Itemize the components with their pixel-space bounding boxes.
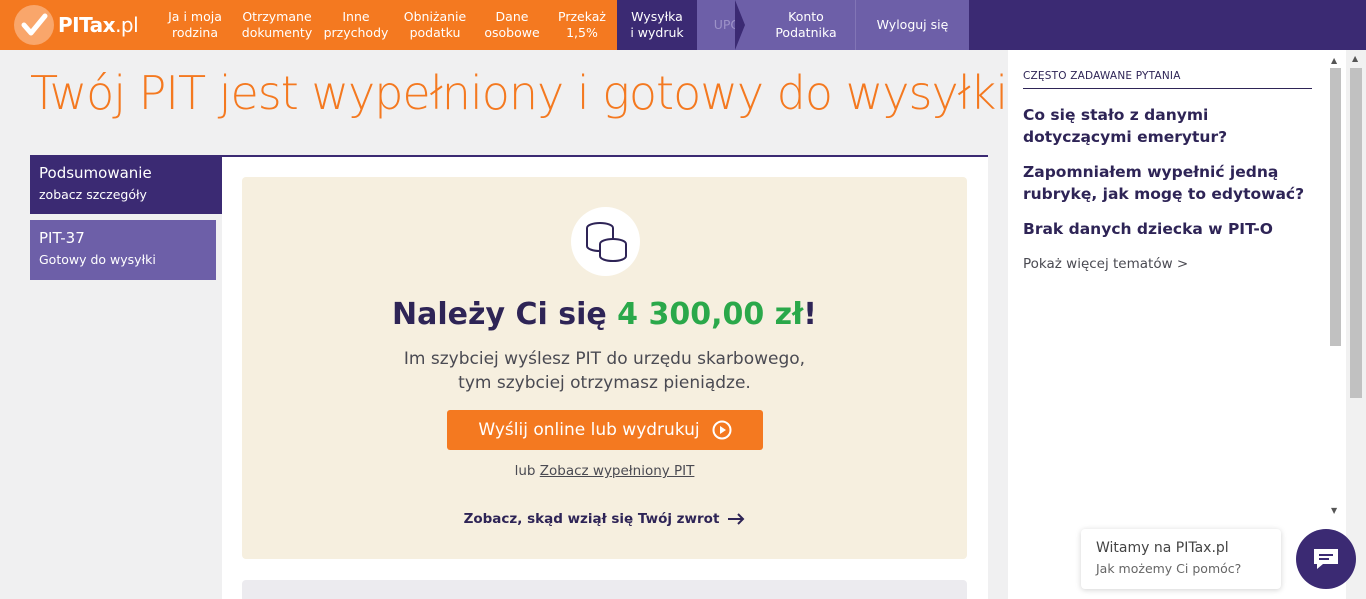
faq-question-link[interactable]: Co się stało z danymi dotyczącymi emeryt…	[1023, 104, 1313, 148]
page-scrollbar-thumb[interactable]	[1350, 68, 1362, 398]
logout-button[interactable]: Wyloguj się	[855, 0, 969, 50]
send-online-or-print-button[interactable]: Wyślij online lub wydrukuj	[447, 410, 763, 450]
nav-wysylka-i-wydruk[interactable]: Wysyłka i wydruk	[617, 0, 697, 50]
summary-sidebar: Podsumowanie zobacz szczegóły PIT-37 Got…	[30, 155, 223, 286]
nav-konto-podatnika[interactable]: Konto Podatnika	[757, 0, 855, 50]
refund-amount: 4 300,00 zł	[617, 297, 804, 332]
faq-scrollbar-thumb[interactable]	[1330, 68, 1341, 346]
logo-text: PITax.pl	[58, 13, 139, 37]
scroll-down-icon[interactable]: ▼	[1331, 506, 1337, 515]
nav-przekaz-1-5[interactable]: Przekaż 1,5%	[547, 0, 617, 50]
refund-subtitle: Im szybciej wyślesz PIT do urzędu skarbo…	[403, 349, 806, 393]
next-card	[242, 580, 967, 599]
nav-otrzymane-dokumenty[interactable]: Otrzymane dokumenty	[235, 0, 319, 50]
nav-inne-przychody[interactable]: Inne przychody	[319, 0, 393, 50]
sidebar-item-subtitle: zobacz szczegóły	[39, 187, 147, 202]
page-title: Twój PIT jest wypełniony i gotowy do wys…	[30, 66, 1008, 120]
top-navigation: PITax.pl Ja i moja rodzina Otrzymane dok…	[0, 0, 1366, 50]
faq-heading: CZĘSTO ZADAWANE PYTANIA	[1023, 70, 1312, 89]
active-step-arrow	[735, 0, 745, 50]
sidebar-item-podsumowanie[interactable]: Podsumowanie zobacz szczegóły	[30, 155, 223, 214]
chat-prompt: Jak możemy Ci pomóc?	[1096, 561, 1242, 576]
coins-icon	[571, 207, 640, 276]
faq-question-link[interactable]: Brak danych dziecka w PIT-O	[1023, 218, 1313, 240]
view-filled-pit-link[interactable]: Zobacz wypełniony PIT	[540, 463, 695, 479]
nav-ja-i-moja-rodzina[interactable]: Ja i moja rodzina	[155, 0, 235, 50]
show-more-topics-link[interactable]: Pokaż więcej tematów >	[1023, 256, 1188, 272]
scroll-up-icon[interactable]: ▲	[1331, 56, 1337, 65]
faq-question-link[interactable]: Zapomniałem wypełnić jedną rubrykę, jak …	[1023, 161, 1313, 205]
faq-scrollbar[interactable]: ▲ ▼	[1330, 56, 1341, 516]
chat-greeting: Witamy na PITax.pl	[1096, 540, 1229, 556]
nav-upo: UPO	[697, 0, 757, 50]
sidebar-item-title: Podsumowanie	[39, 164, 152, 182]
faq-panel: CZĘSTO ZADAWANE PYTANIA Co się stało z d…	[1008, 50, 1346, 599]
scroll-up-icon[interactable]: ▲	[1352, 54, 1358, 63]
chat-greeting-bubble[interactable]: Witamy na PITax.pl Jak możemy Ci pomóc?	[1081, 529, 1281, 589]
arrow-right-icon	[728, 513, 745, 525]
nav-obnizanie-podatku[interactable]: Obniżanie podatku	[393, 0, 477, 50]
pitax-logo[interactable]: PITax.pl	[0, 0, 155, 50]
play-circle-icon	[712, 420, 732, 440]
chat-icon	[1314, 549, 1338, 569]
checkmark-logo-icon	[14, 5, 54, 45]
refund-source-link[interactable]: Zobacz, skąd wziął się Twój zwrot	[242, 511, 967, 527]
sidebar-item-subtitle: Gotowy do wysyłki	[39, 252, 156, 267]
sidebar-item-pit-37[interactable]: PIT-37 Gotowy do wysyłki	[30, 220, 216, 280]
sidebar-item-title: PIT-37	[39, 229, 85, 247]
refund-heading: Należy Ci się 4 300,00 zł!	[392, 297, 817, 332]
refund-card: Należy Ci się 4 300,00 zł! Im szybciej w…	[242, 177, 967, 559]
nav-dane-osobowe[interactable]: Dane osobowe	[477, 0, 547, 50]
alt-link-line: lub Zobacz wypełniony PIT	[514, 463, 695, 479]
page-scrollbar[interactable]: ▲	[1346, 50, 1366, 599]
chat-open-button[interactable]	[1296, 529, 1356, 589]
